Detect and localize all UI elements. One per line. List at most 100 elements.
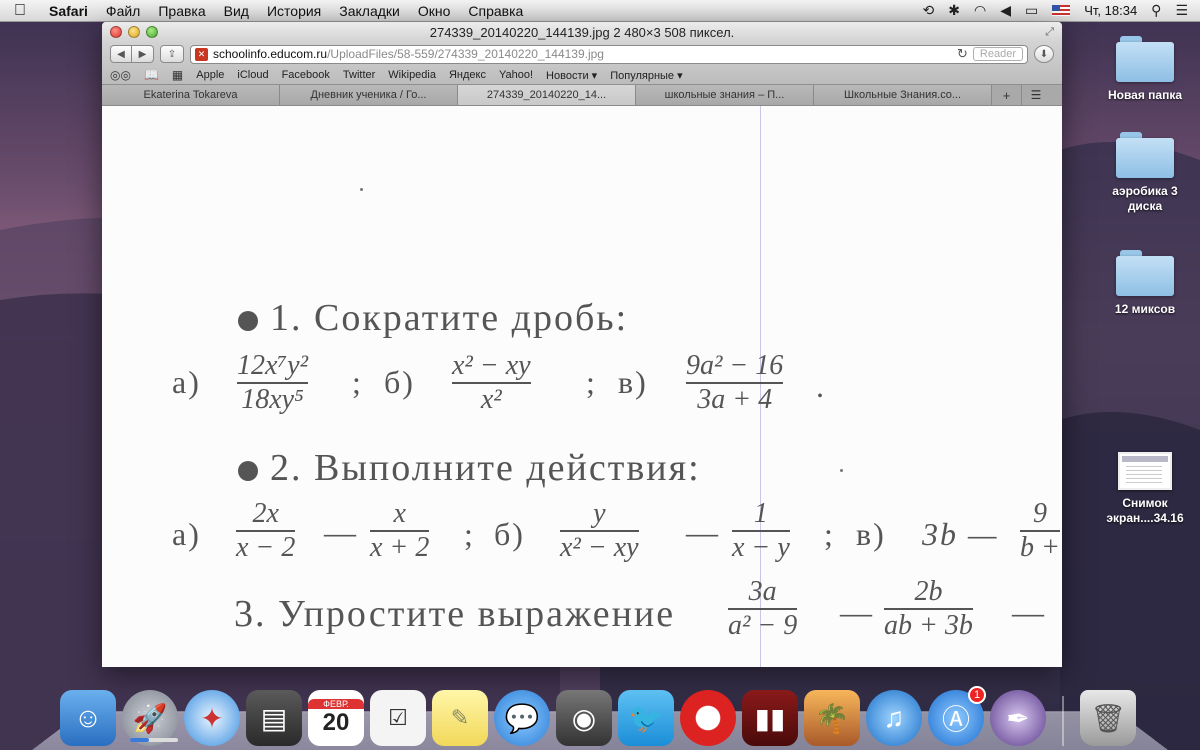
notification-center-icon[interactable]: ☰	[1175, 2, 1188, 19]
menubar-clock[interactable]: Чт, 18:34	[1084, 3, 1137, 18]
tab-bar: Ekaterina Tokareva Дневник ученика / Го.…	[102, 85, 1062, 106]
safari-window: 274339_20140220_144139.jpg 2 480×3 508 п…	[102, 22, 1062, 667]
minimize-window-button[interactable]	[128, 26, 140, 38]
safari-icon[interactable]: ✦	[184, 690, 240, 746]
apple-menu-icon[interactable]: 	[0, 2, 40, 20]
input-source-flag-icon[interactable]	[1052, 5, 1071, 16]
dock: ☺ 🚀 ✦ ▤ ФЕВР. 20 ☑ ✎ 💬 ◉ 🐦 ▮▮ 🌴 ♫ Ⓐ 1 ✒ 🗑	[60, 676, 1136, 746]
fraction-numerator: 12x⁷y²	[237, 350, 308, 381]
calendar-icon[interactable]: ФЕВР. 20	[308, 690, 364, 746]
bookmark-wikipedia[interactable]: Wikipedia	[388, 69, 436, 81]
bookmark-apple[interactable]: Apple	[196, 69, 224, 81]
messages-icon[interactable]: 💬	[494, 690, 550, 746]
fraction-denominator: 18xy⁵	[241, 384, 304, 415]
fraction-denominator: x + 2	[370, 532, 430, 563]
desktop-icon-label: 12 миксов	[1114, 302, 1176, 316]
separator: ;	[586, 364, 597, 400]
tab-diary[interactable]: Дневник ученика / Го...	[280, 85, 458, 105]
folder-icon	[1116, 132, 1174, 178]
fraction-denominator: x − y	[732, 532, 790, 563]
tab-overview-icon[interactable]: ☰	[1022, 85, 1050, 105]
minus-sign: —	[1012, 594, 1044, 630]
image-viewport[interactable]: 1. Сократите дробь: а) 12x⁷y² 18xy⁵ ; б)…	[102, 106, 1062, 667]
battery-icon[interactable]: ▭	[1025, 2, 1038, 19]
separator: ;	[824, 516, 835, 552]
browser-toolbar: ◀ ▶ ⇪ ✕ schoolinfo.educom.ru/UploadFiles…	[102, 42, 1062, 66]
fraction-2v: 9 b +	[1020, 498, 1060, 564]
menu-bookmarks[interactable]: Закладки	[330, 3, 409, 19]
folder-icon	[1116, 36, 1174, 82]
wifi-icon[interactable]: ◠	[974, 2, 986, 19]
scan-speck	[840, 469, 843, 472]
opera-icon[interactable]	[680, 690, 736, 746]
reload-icon[interactable]: ↻	[957, 46, 968, 62]
app-store-icon[interactable]: Ⓐ 1	[928, 686, 986, 746]
bluetooth-icon[interactable]: ✱	[948, 2, 960, 19]
fraction-numerator: y	[593, 498, 606, 529]
separator: ;	[352, 364, 363, 400]
desktop-folder-new[interactable]: Новая папка	[1100, 36, 1190, 103]
reader-button[interactable]: Reader	[972, 47, 1023, 61]
bookmarks-icon[interactable]: 📖	[144, 68, 159, 82]
finder-icon[interactable]: ☺	[60, 690, 116, 746]
minus-sign: —	[324, 514, 356, 550]
task-1b-label: б)	[384, 364, 415, 400]
forward-button[interactable]: ▶	[132, 45, 154, 63]
reading-list-icon[interactable]: ◎◎	[110, 68, 131, 82]
task-2-text: 2. Выполните действия:	[270, 447, 701, 489]
fraction-2a-1: 2x x − 2	[236, 498, 296, 564]
bookmark-facebook[interactable]: Facebook	[282, 69, 330, 81]
menu-help[interactable]: Справка	[459, 3, 532, 19]
time-machine-icon[interactable]: ⟲	[923, 2, 935, 19]
bookmark-news[interactable]: Новости ▾	[546, 69, 597, 82]
tab-school-knowledge[interactable]: школьные знания – П...	[636, 85, 814, 105]
fraction-denominator: x − 2	[236, 532, 296, 563]
downloads-icon[interactable]: ⬇	[1034, 45, 1054, 63]
desktop-folder-mixes[interactable]: 12 миксов	[1100, 250, 1190, 317]
zoom-window-button[interactable]	[146, 26, 158, 38]
bookmark-icloud[interactable]: iCloud	[237, 69, 268, 81]
reminders-icon[interactable]: ☑	[370, 690, 426, 746]
spotlight-search-icon[interactable]: ⚲	[1151, 2, 1161, 19]
tab-znanija[interactable]: Школьные Знания.co...	[814, 85, 992, 105]
fraction-numerator: 9	[1032, 498, 1047, 529]
top-sites-icon[interactable]: ▦	[172, 68, 183, 82]
tab-ekaterina[interactable]: Ekaterina Tokareva	[102, 85, 280, 105]
desktop-screenshot-file[interactable]: Снимок экран....34.16	[1100, 452, 1190, 526]
menu-view[interactable]: Вид	[215, 3, 258, 19]
photo-booth-icon[interactable]: ▤	[246, 690, 302, 746]
iphoto-icon[interactable]: 🌴	[804, 690, 860, 746]
desktop-folder-aerobics[interactable]: аэробика 3 диска	[1100, 132, 1190, 214]
address-bar[interactable]: ✕ schoolinfo.educom.ru/UploadFiles/58-55…	[190, 44, 1028, 64]
bookmark-yandex[interactable]: Яндекс	[449, 69, 486, 81]
share-button[interactable]: ⇪	[160, 45, 184, 63]
bookmark-popular[interactable]: Популярные ▾	[610, 69, 682, 82]
itunes-icon[interactable]: ♫	[866, 690, 922, 746]
download-progress-fill	[130, 738, 150, 742]
dvd-player-icon[interactable]: ▮▮	[742, 690, 798, 746]
back-button[interactable]: ◀	[110, 45, 132, 63]
facetime-icon[interactable]: ◉	[556, 690, 612, 746]
new-tab-button[interactable]: +	[992, 85, 1022, 105]
fraction-1b: x² − xy x²	[452, 350, 531, 416]
trash-icon[interactable]: 🗑	[1080, 690, 1136, 746]
task-1-text: 1. Сократите дробь:	[270, 297, 629, 339]
close-window-button[interactable]	[110, 26, 122, 38]
stickies-icon[interactable]: ✎	[432, 690, 488, 746]
menu-edit[interactable]: Правка	[149, 3, 214, 19]
menu-safari[interactable]: Safari	[40, 3, 97, 19]
download-progress-bar	[130, 738, 178, 742]
window-titlebar[interactable]: 274339_20140220_144139.jpg 2 480×3 508 п…	[102, 22, 1062, 42]
tab-image[interactable]: 274339_20140220_14...	[458, 85, 636, 105]
bookmark-yahoo[interactable]: Yahoo!	[499, 69, 533, 81]
quill-app-icon[interactable]: ✒	[990, 690, 1046, 746]
fraction-numerator: x	[393, 498, 406, 529]
menu-window[interactable]: Окно	[409, 3, 460, 19]
menu-history[interactable]: История	[258, 3, 330, 19]
fraction-denominator: 3a + 4	[697, 384, 773, 415]
fullscreen-icon[interactable]: ⤢	[1045, 26, 1054, 39]
bookmark-twitter[interactable]: Twitter	[343, 69, 375, 81]
volume-icon[interactable]: ◀	[1000, 2, 1011, 19]
menu-file[interactable]: Файл	[97, 3, 149, 19]
twitter-icon[interactable]: 🐦	[618, 690, 674, 746]
